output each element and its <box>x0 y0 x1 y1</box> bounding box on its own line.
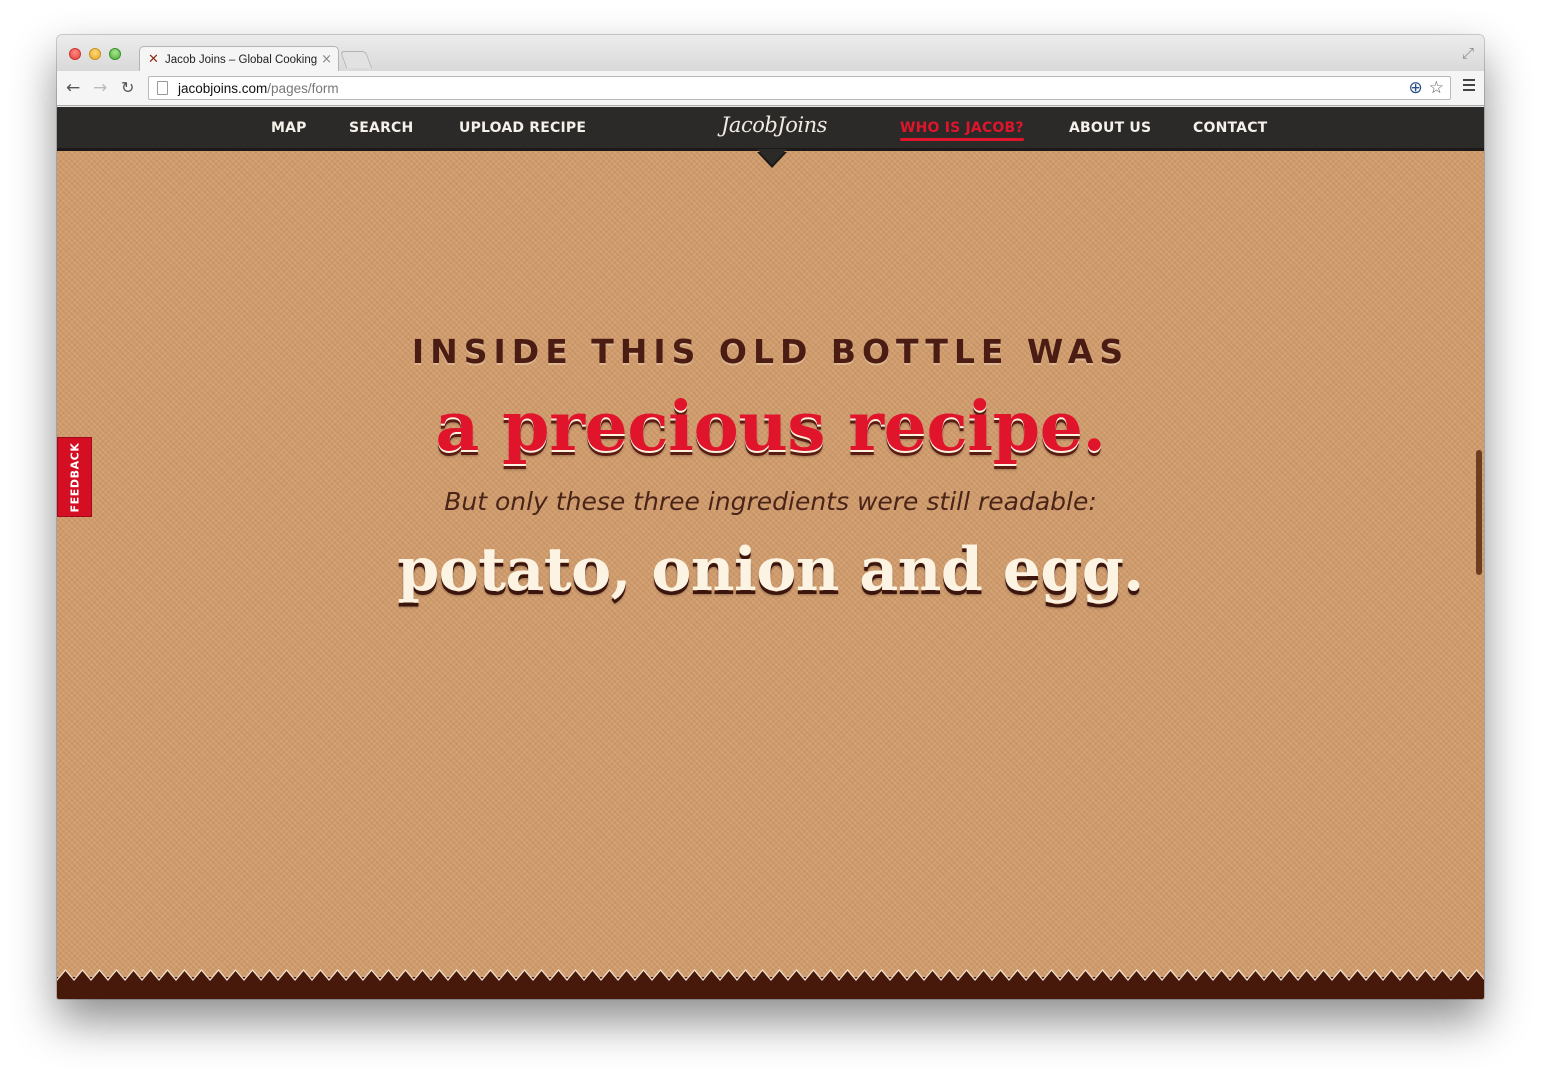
forward-arrow-icon[interactable]: → <box>93 78 107 98</box>
hero-headline: a precious recipe. <box>435 387 1106 467</box>
extension-icon[interactable]: ⊕ <box>1409 78 1423 98</box>
site-navigation: MAP SEARCH UPLOAD RECIPE JacobJoins WHO … <box>57 107 1484 151</box>
nav-link-about-us[interactable]: ABOUT US <box>1069 120 1151 136</box>
url-path: /pages/form <box>267 80 339 96</box>
omnibox-actions: ⊕ ☆ <box>1409 78 1445 98</box>
tab-close-icon[interactable]: × <box>321 52 332 67</box>
browser-toolbar: ← → ↻ jacobjoins.com/pages/form ⊕ ☆ <box>57 71 1484 106</box>
close-window-button[interactable] <box>69 48 81 60</box>
hero-ingredients: potato, onion and egg. <box>397 535 1144 605</box>
page-scrollbar[interactable] <box>1476 450 1482 575</box>
maximize-window-button[interactable] <box>109 48 121 60</box>
tab-title: Jacob Joins – Global Cooking <box>165 53 318 66</box>
page-viewport: MAP SEARCH UPLOAD RECIPE JacobJoins WHO … <box>57 107 1484 999</box>
url-host: jacobjoins.com <box>178 80 268 96</box>
fullscreen-icon[interactable]: ⤢ <box>1462 44 1474 62</box>
nav-link-map[interactable]: MAP <box>271 120 307 136</box>
address-bar[interactable]: jacobjoins.com/pages/form ⊕ ☆ <box>148 76 1451 100</box>
back-arrow-icon[interactable]: ← <box>66 78 80 98</box>
minimize-window-button[interactable] <box>89 48 101 60</box>
site-favicon-icon: ✕ <box>148 51 159 67</box>
title-bar: ✕ Jacob Joins – Global Cooking × ⤢ <box>57 35 1484 72</box>
nav-link-search[interactable]: SEARCH <box>349 120 413 136</box>
browser-tab[interactable]: ✕ Jacob Joins – Global Cooking × <box>139 46 339 72</box>
browser-window: ✕ Jacob Joins – Global Cooking × ⤢ ← → ↻… <box>57 35 1484 999</box>
nav-link-upload-recipe[interactable]: UPLOAD RECIPE <box>459 120 586 136</box>
hero-line-1: INSIDE THIS OLD BOTTLE WAS <box>411 332 1130 371</box>
new-tab-button[interactable] <box>339 51 373 68</box>
menu-icon[interactable] <box>1463 79 1475 94</box>
zigzag-divider <box>57 969 1484 989</box>
logo-notch <box>757 149 787 165</box>
site-logo[interactable]: JacobJoins <box>721 113 827 137</box>
reload-icon[interactable]: ↻ <box>121 78 134 98</box>
hero-subtitle: But only these three ingredients were st… <box>444 487 1097 516</box>
bookmark-star-icon[interactable]: ☆ <box>1429 78 1444 98</box>
page-icon <box>157 81 168 95</box>
nav-link-who-is-jacob[interactable]: WHO IS JACOB? <box>900 120 1024 141</box>
nav-link-contact[interactable]: CONTACT <box>1193 120 1267 136</box>
